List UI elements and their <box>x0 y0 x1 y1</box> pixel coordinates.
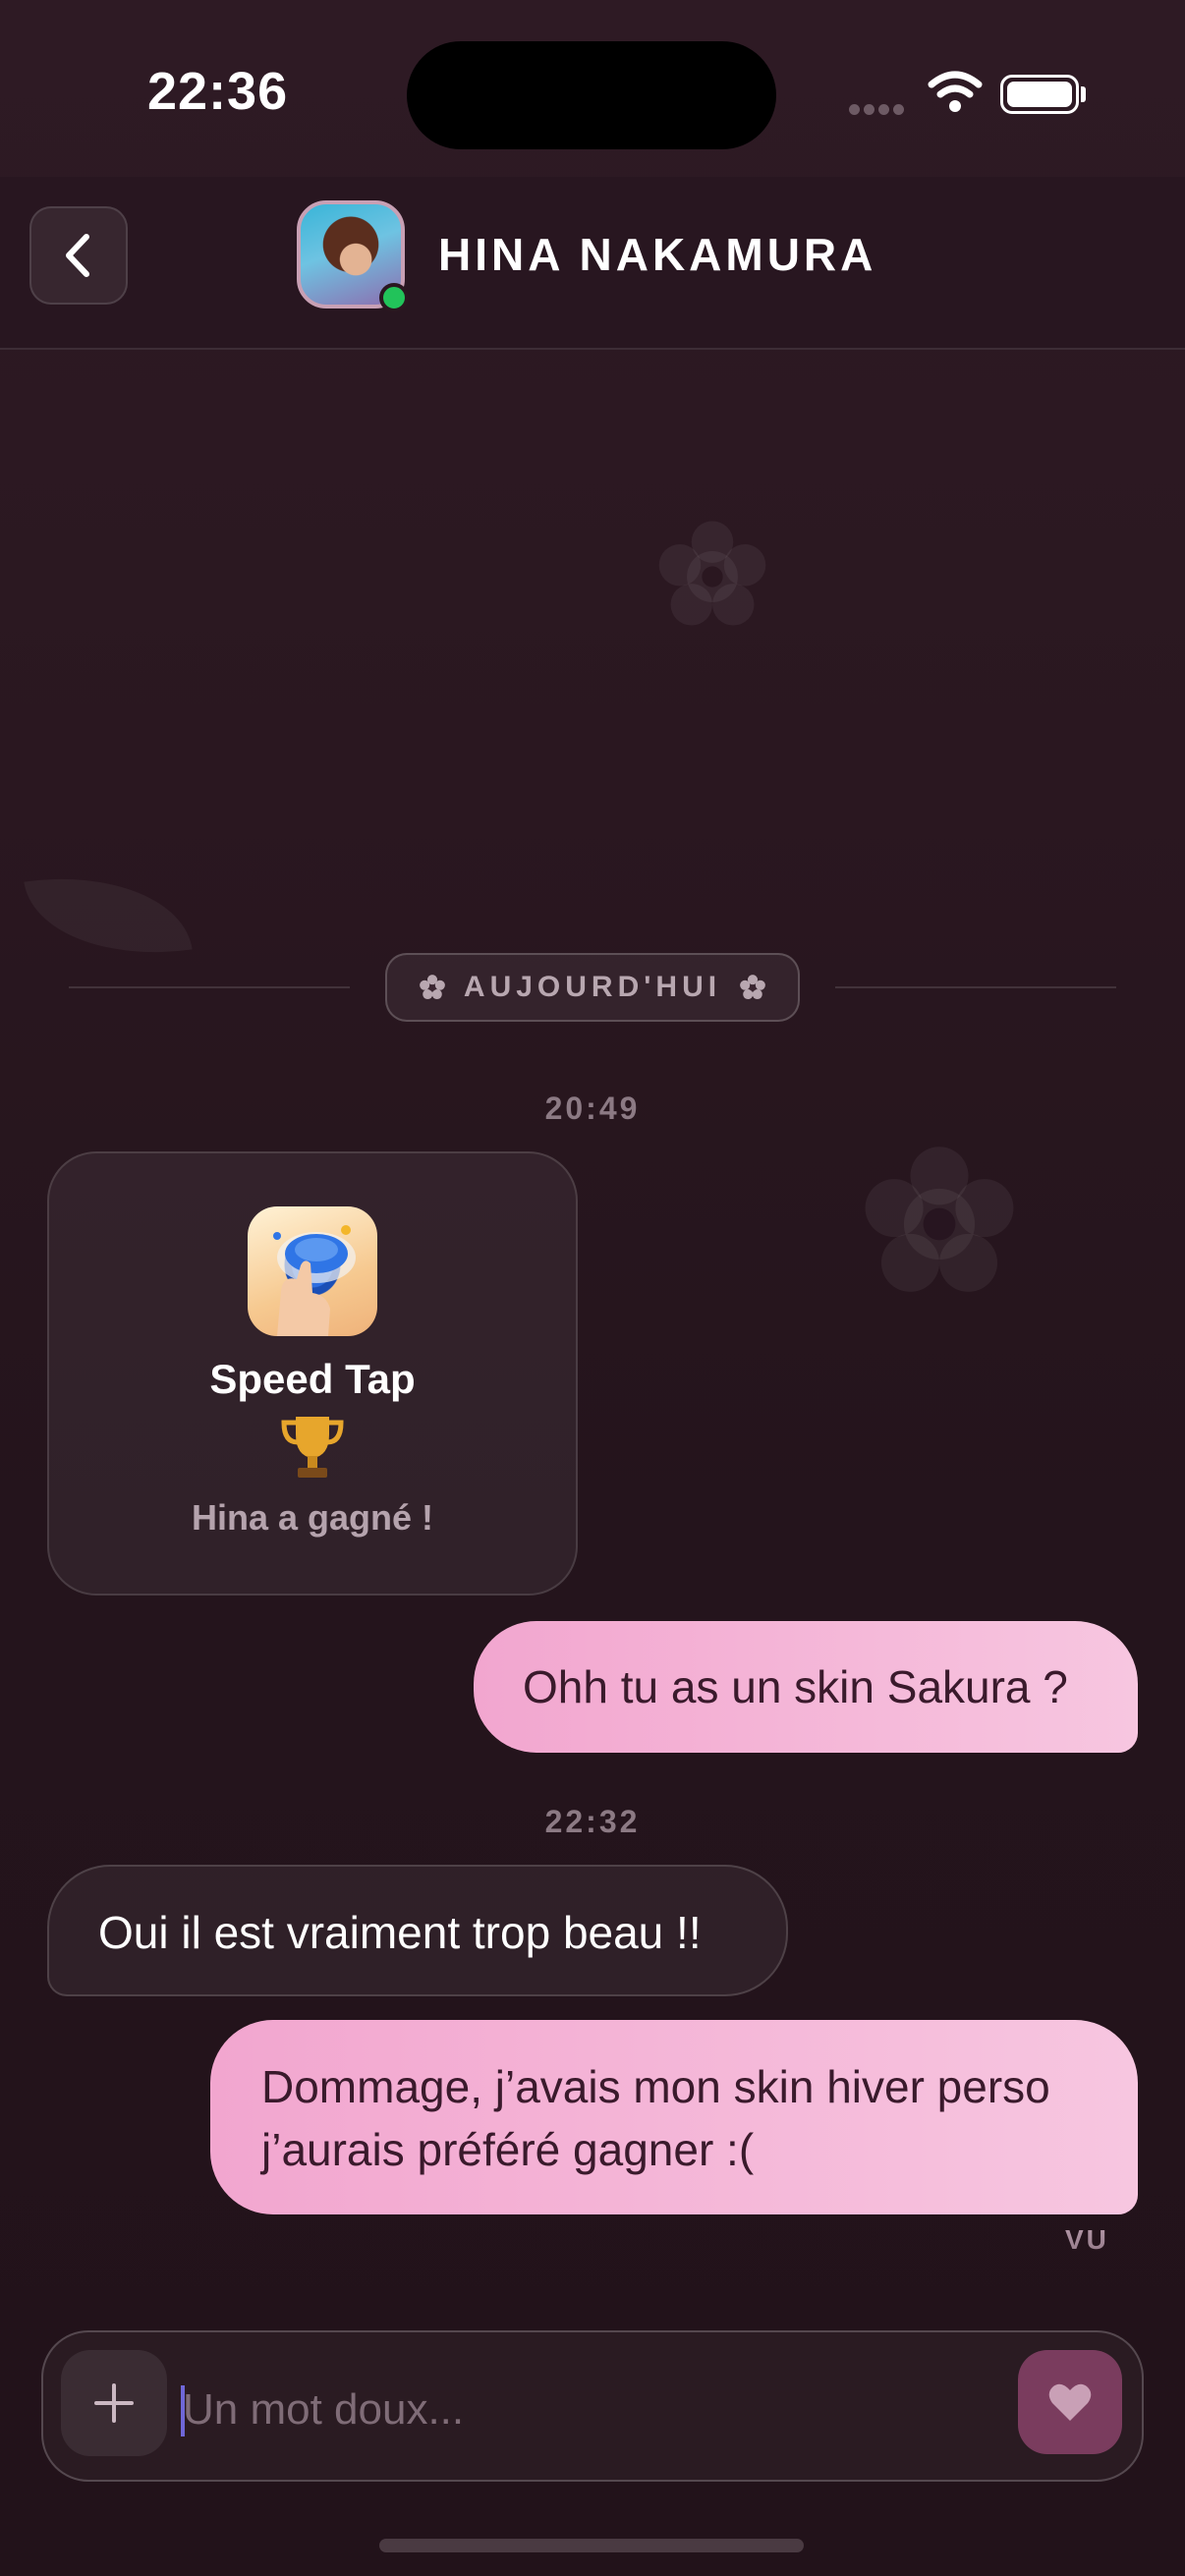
game-title: Speed Tap <box>209 1356 416 1402</box>
speed-tap-app-icon <box>248 1206 377 1336</box>
add-attachment-button[interactable] <box>61 2350 167 2456</box>
cellular-signal-icon <box>849 102 908 115</box>
message-timestamp: 22:32 <box>544 1804 641 1839</box>
flower-icon <box>420 975 445 1000</box>
flower-icon <box>740 975 765 1000</box>
leaf-decoration-icon <box>24 860 193 972</box>
chevron-left-icon <box>66 234 89 277</box>
separator-line-right <box>835 986 1116 988</box>
message-input[interactable] <box>177 2376 994 2444</box>
separator-line-left <box>69 986 350 988</box>
message-timestamp: 20:49 <box>544 1091 641 1126</box>
contact-name[interactable]: HINA NAKAMURA <box>438 228 876 281</box>
home-indicator <box>379 2539 804 2552</box>
game-result-text: Hina a gagné ! <box>191 1497 434 1538</box>
plus-icon <box>94 2383 134 2423</box>
trophy-icon <box>47 1413 578 1486</box>
send-heart-button[interactable] <box>1018 2350 1122 2454</box>
battery-tip <box>1081 86 1086 102</box>
date-label: AUJOURD'HUI <box>463 971 722 1003</box>
outgoing-message[interactable]: Dommage, j’avais mon skin hiver perso j’… <box>210 2020 1138 2214</box>
incoming-message[interactable]: Oui il est vraiment trop beau !! <box>47 1865 788 1996</box>
flower-decoration-icon <box>654 519 770 640</box>
dynamic-island <box>407 41 776 149</box>
status-time: 22:36 <box>147 62 289 121</box>
online-status-dot <box>379 283 409 312</box>
wifi-icon <box>928 71 983 119</box>
outgoing-message[interactable]: Ohh tu as un skin Sakura ? <box>474 1621 1138 1753</box>
battery-icon <box>1000 75 1079 114</box>
date-separator: AUJOURD'HUI <box>385 953 800 1022</box>
text-cursor <box>181 2385 185 2436</box>
back-button[interactable] <box>29 206 128 305</box>
flower-decoration-icon <box>859 1144 1020 1310</box>
heart-icon <box>1048 2383 1092 2421</box>
